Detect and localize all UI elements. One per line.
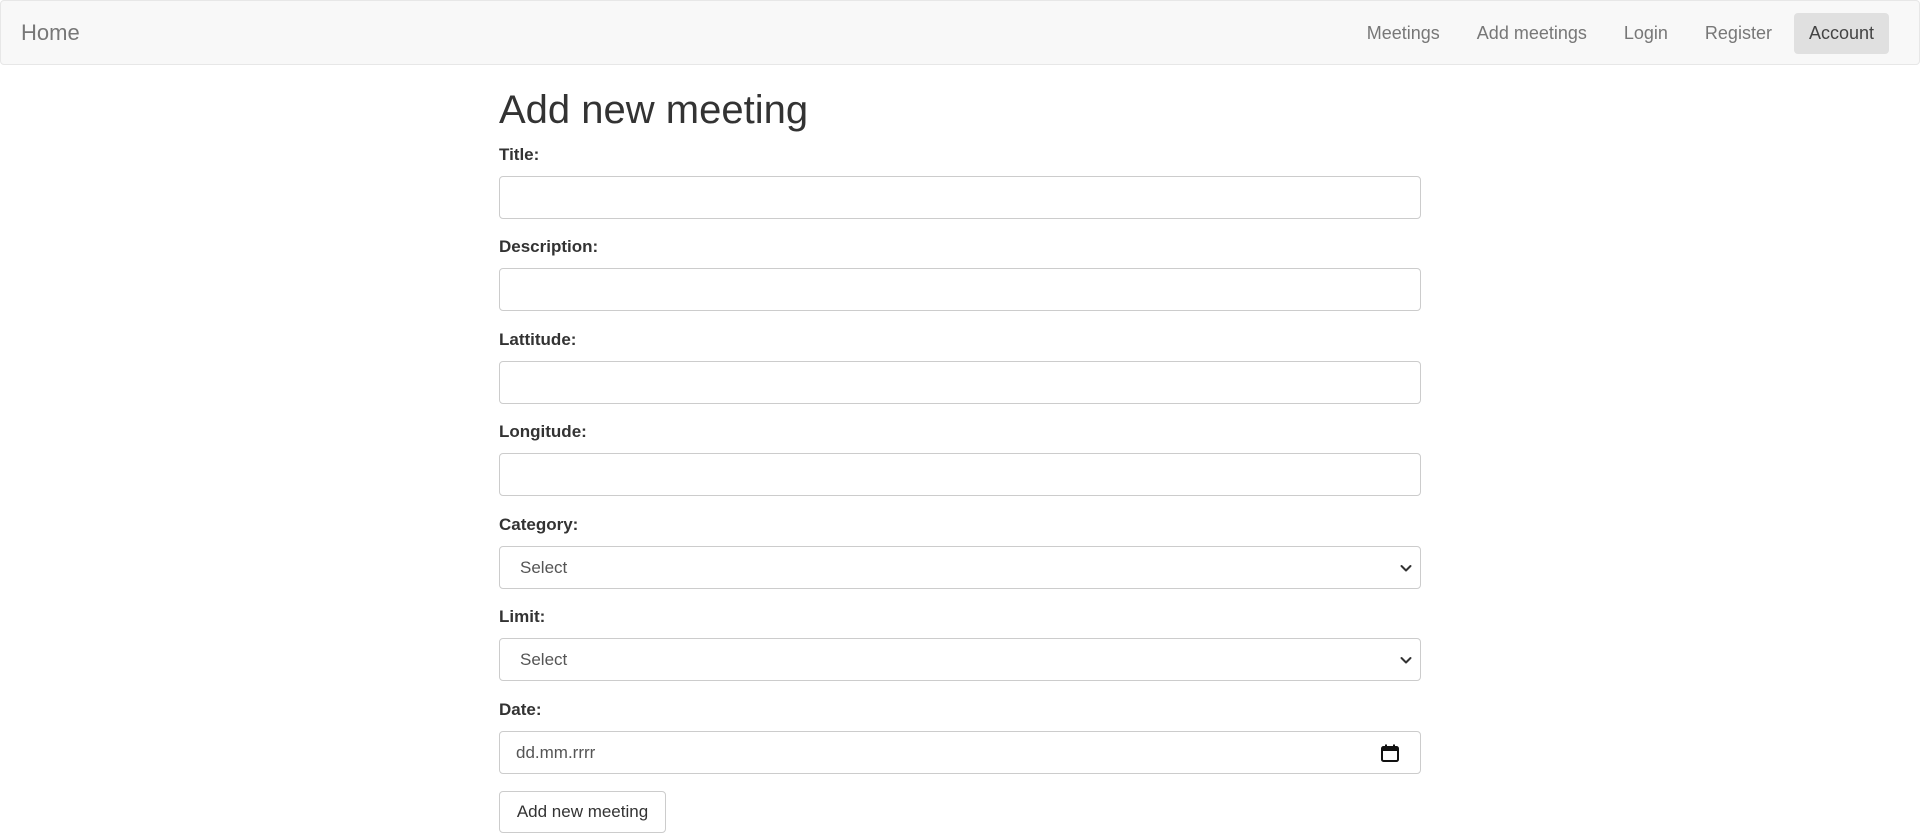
category-select-value: Select <box>520 558 568 577</box>
description-field: Description: <box>499 237 1421 311</box>
page-title: Add new meeting <box>499 88 809 132</box>
description-label: Description: <box>499 237 599 256</box>
limit-select-value: Select <box>520 650 568 669</box>
brand-home-link[interactable]: Home <box>21 20 80 46</box>
nav-link-add-meetings[interactable]: Add meetings <box>1462 13 1602 54</box>
nav-links: Meetings Add meetings Login Register Acc… <box>1345 13 1889 54</box>
longitude-input[interactable] <box>499 453 1421 496</box>
nav-link-register[interactable]: Register <box>1690 13 1787 54</box>
limit-field: Limit: Select <box>499 607 1421 681</box>
latitude-label: Lattitude: <box>499 330 577 349</box>
longitude-label: Longitude: <box>499 422 587 441</box>
calendar-icon[interactable] <box>1380 743 1400 763</box>
limit-select[interactable]: Select <box>499 638 1421 681</box>
latitude-input[interactable] <box>499 361 1421 404</box>
date-input[interactable]: dd.mm.rrrr <box>499 731 1421 774</box>
latitude-field: Lattitude: <box>499 330 1421 404</box>
chevron-down-icon <box>1400 657 1412 664</box>
navbar: Home Meetings Add meetings Login Registe… <box>0 0 1920 65</box>
longitude-field: Longitude: <box>499 422 1421 496</box>
category-select[interactable]: Select <box>499 546 1421 589</box>
date-input-placeholder: dd.mm.rrrr <box>516 743 596 762</box>
description-input[interactable] <box>499 268 1421 311</box>
date-field: Date: dd.mm.rrrr <box>499 700 1421 774</box>
chevron-down-icon <box>1400 565 1412 572</box>
title-field: Title: <box>499 145 1421 219</box>
title-input[interactable] <box>499 176 1421 219</box>
title-label: Title: <box>499 145 540 164</box>
limit-label: Limit: <box>499 607 546 626</box>
add-new-meeting-button[interactable]: Add new meeting <box>499 791 666 833</box>
category-label: Category: <box>499 515 579 534</box>
nav-link-account[interactable]: Account <box>1793 13 1889 54</box>
category-field: Category: Select <box>499 515 1421 589</box>
date-label: Date: <box>499 700 542 719</box>
nav-link-login[interactable]: Login <box>1609 13 1683 54</box>
nav-link-meetings[interactable]: Meetings <box>1352 13 1455 54</box>
